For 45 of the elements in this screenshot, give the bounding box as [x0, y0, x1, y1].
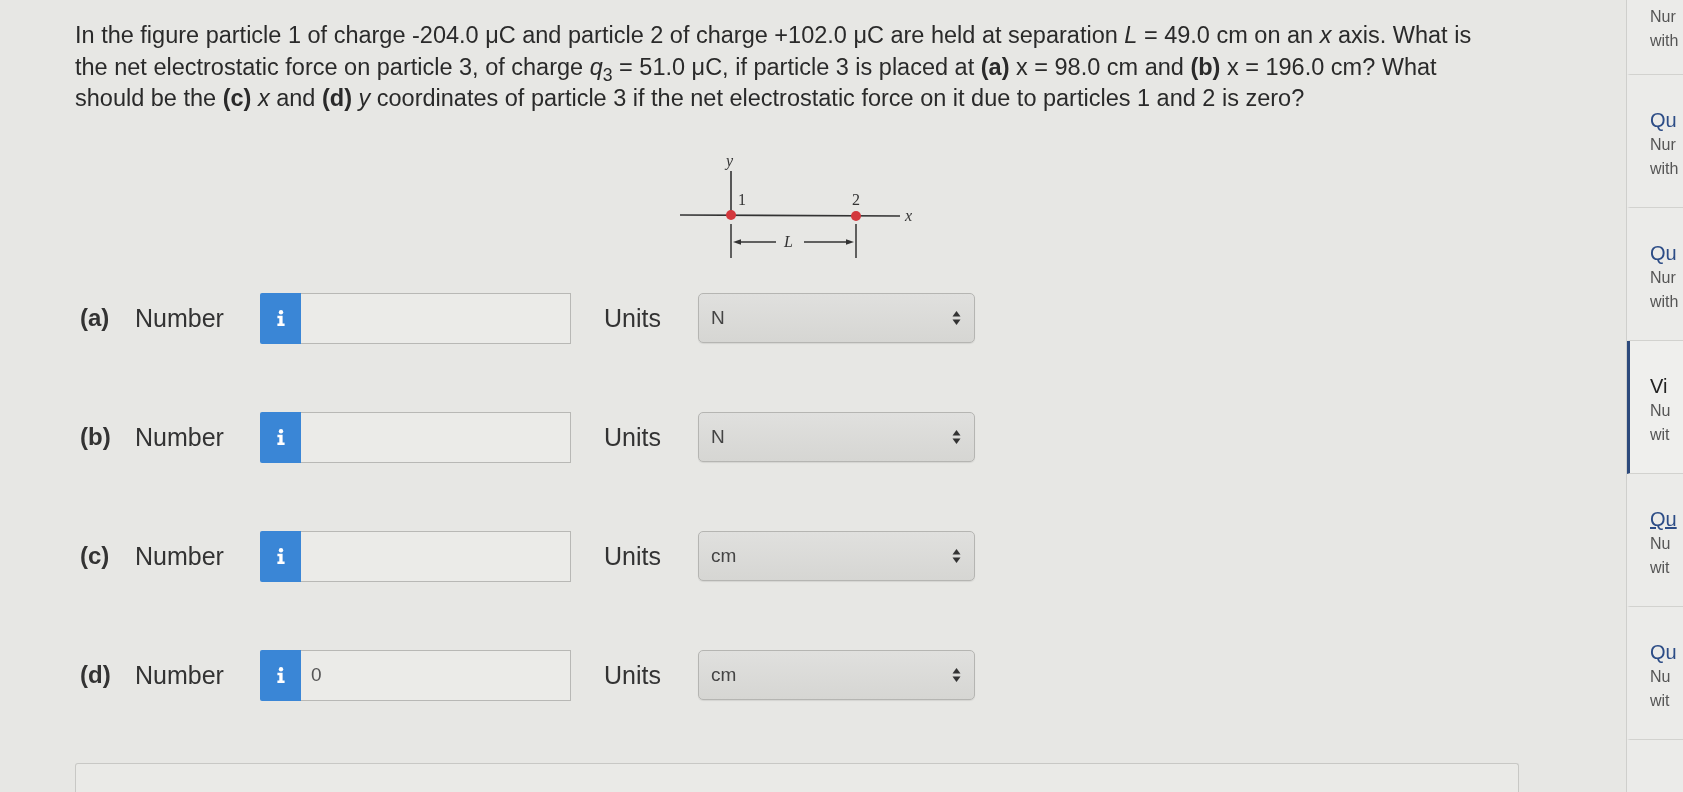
info-icon	[275, 667, 286, 683]
info-button[interactable]	[260, 292, 301, 344]
info-button[interactable]	[260, 530, 301, 582]
question-text: In the figure particle 1 of charge -204.0 μC and particle 2 of charge +102.0 μC are held at separation L = 49.0 cm on an x axis. What is the net electrostatic force on particle 3, of charge q$_{3}$ = 51.0 μC, if particle 3 is placed at (a) x = 98.0 cm and (b) x = 196.0 cm? What should be the (c) x and (d) y coordinates of particle 3 if the net electrostatic force on it due to particles 1 and 2 is zero?	[75, 21, 1473, 113]
units-label: Units	[604, 541, 662, 571]
updown-caret-icon	[952, 310, 961, 326]
axis-label: x	[905, 206, 913, 224]
info-button[interactable]	[260, 411, 301, 463]
units-select[interactable]: cm	[698, 531, 975, 581]
particle-dot	[851, 210, 861, 221]
units-label: Units	[604, 303, 662, 333]
dimension-arrow	[803, 238, 854, 245]
particle-label: 2	[852, 190, 860, 208]
number-input[interactable]: 0	[301, 649, 571, 701]
units-label: Units	[604, 422, 662, 452]
field-label: Number	[135, 660, 225, 690]
part-label: (a)	[80, 304, 111, 332]
info-icon	[275, 429, 286, 445]
field-label: Number	[135, 422, 225, 452]
units-select[interactable]: N	[698, 412, 975, 462]
axis-label: y	[726, 151, 734, 169]
units-select[interactable]: cm	[698, 650, 975, 700]
info-icon	[275, 310, 286, 326]
dimension-arrow	[733, 238, 777, 245]
number-input[interactable]	[301, 411, 571, 463]
number-input[interactable]	[301, 530, 571, 582]
info-button[interactable]	[260, 649, 301, 701]
question-nav-item[interactable]: Vi Nu wit	[1627, 341, 1683, 474]
number-input[interactable]	[301, 292, 571, 344]
part-label: (b)	[80, 423, 112, 451]
particle-dot	[726, 209, 736, 220]
part-label: (c)	[80, 542, 111, 570]
updown-caret-icon	[952, 667, 961, 683]
field-label: Number	[135, 303, 225, 333]
extension-line	[855, 222, 857, 259]
updown-caret-icon	[952, 548, 961, 564]
units-select[interactable]: N	[698, 293, 975, 343]
units-label: Units	[604, 660, 662, 690]
distance-label: L	[784, 232, 793, 250]
updown-caret-icon	[952, 429, 961, 445]
info-icon	[275, 548, 286, 564]
extension-line	[730, 222, 732, 259]
field-label: Number	[135, 541, 225, 571]
part-label: (d)	[80, 661, 112, 689]
particle-label: 1	[738, 190, 746, 208]
